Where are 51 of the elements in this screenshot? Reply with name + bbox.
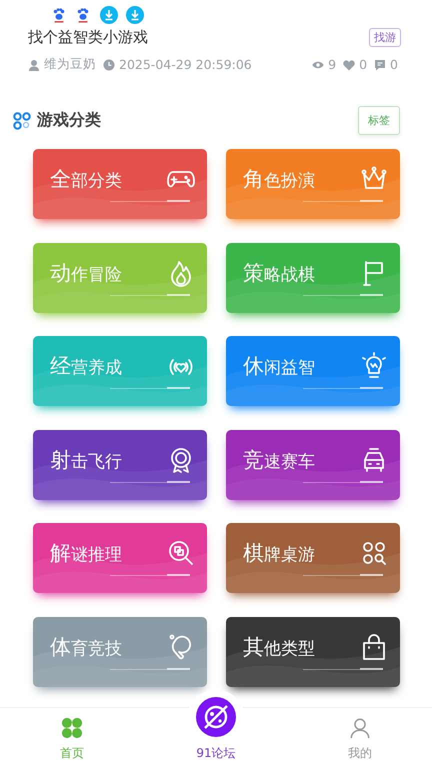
- user-icon: [28, 58, 40, 70]
- download-icon: [100, 6, 118, 24]
- heart-icon: [343, 58, 356, 70]
- category-card[interactable]: 休闲益智: [226, 336, 400, 406]
- category-title: 体育竞技: [50, 634, 123, 660]
- tags-button[interactable]: 标签: [358, 106, 400, 135]
- home-icon: [61, 717, 83, 739]
- tab-item[interactable]: 我的: [288, 708, 432, 768]
- category-title: 竞速赛车: [243, 446, 316, 474]
- category-card[interactable]: 经营养成: [33, 336, 207, 406]
- download-icon: [126, 6, 144, 24]
- tab-item[interactable]: 首页: [0, 708, 144, 768]
- comment-icon: [374, 58, 386, 70]
- post-time: 2025-04-29 20:59:06: [119, 57, 252, 72]
- post-title[interactable]: 找个益智类小游戏: [28, 28, 148, 47]
- category-card[interactable]: 射击飞行: [33, 430, 207, 500]
- author-name: 维为豆奶: [44, 56, 96, 73]
- category-card[interactable]: 其他类型: [226, 616, 400, 686]
- category-title: 策略战棋: [243, 260, 316, 286]
- planet-icon: [196, 696, 236, 736]
- user-icon: [349, 717, 371, 739]
- like-count: 0: [359, 57, 368, 72]
- clock-icon: [103, 58, 115, 70]
- category-card[interactable]: 动作冒险: [33, 242, 207, 312]
- search-icon: [167, 539, 195, 567]
- view-count: 9: [328, 57, 336, 72]
- grid-search-icon: [360, 539, 388, 567]
- category-card[interactable]: 角色扮演: [226, 149, 400, 219]
- category-title: 角色扮演: [243, 166, 316, 193]
- apps-icon: [13, 112, 31, 130]
- category-title: 棋牌桌游: [243, 540, 316, 567]
- paw-icon: [76, 7, 90, 23]
- category-card[interactable]: 策略战棋: [226, 242, 400, 312]
- category-title: 全部分类: [50, 166, 123, 193]
- category-title: 休闲益智: [243, 353, 316, 380]
- category-card[interactable]: 全部分类: [33, 149, 207, 219]
- post-tag[interactable]: 找游: [369, 28, 401, 47]
- section-title: 游戏分类: [37, 110, 101, 131]
- category-title: 射击飞行: [50, 446, 123, 474]
- category-title: 其他类型: [243, 634, 316, 660]
- category-card[interactable]: 体育竞技: [33, 616, 207, 686]
- category-title: 解谜推理: [50, 540, 123, 567]
- category-card[interactable]: 解谜推理: [33, 523, 207, 593]
- bulb-icon: [360, 352, 388, 380]
- bag-icon: [360, 632, 388, 660]
- comment-count: 0: [390, 57, 398, 72]
- category-title: 动作冒险: [50, 260, 123, 286]
- category-card[interactable]: 竞速赛车: [226, 430, 400, 500]
- paw-icon: [52, 7, 66, 23]
- category-card[interactable]: 棋牌桌游: [226, 523, 400, 593]
- category-title: 经营养成: [50, 353, 123, 380]
